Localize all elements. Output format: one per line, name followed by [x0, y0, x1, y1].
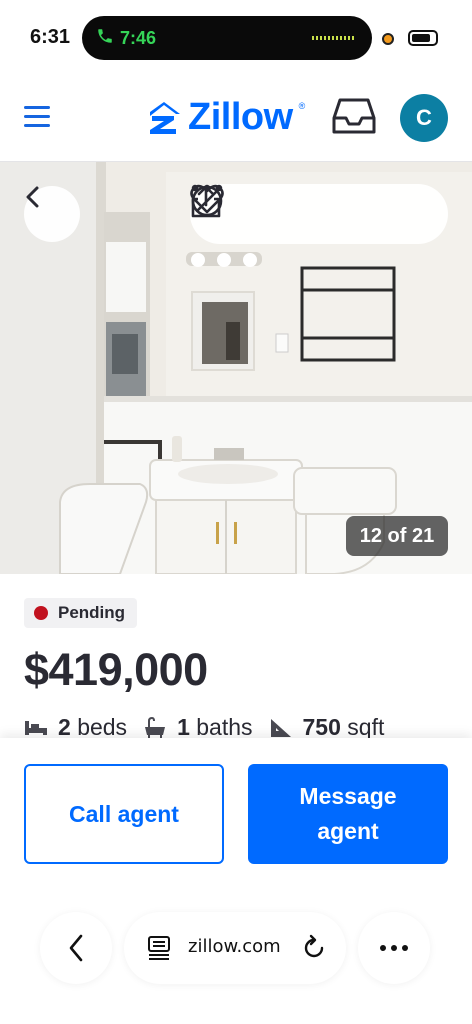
home-facts: 2 beds 1 baths 750 sqft — [24, 714, 400, 741]
call-agent-button[interactable]: Call agent — [24, 764, 224, 864]
status-time: 6:31 — [30, 26, 71, 48]
bed-icon — [25, 720, 47, 735]
app-header: Zillow ® C — [0, 76, 472, 162]
listing-photo[interactable]: 12 of 21 — [0, 162, 472, 574]
reader-mode-icon[interactable] — [146, 935, 172, 961]
browser-back-button[interactable] — [40, 912, 112, 984]
browser-more-button[interactable] — [358, 912, 430, 984]
beds-label: beds — [77, 714, 128, 740]
sqft-label: sqft — [347, 714, 385, 740]
brand-name: Zillow — [188, 96, 293, 138]
battery-icon — [408, 30, 438, 46]
dynamic-island[interactable]: 7:46 — [82, 16, 372, 60]
status-badge: Pending — [24, 598, 138, 628]
hide-home-button[interactable] — [191, 185, 369, 234]
photo-back-button[interactable] — [24, 186, 80, 242]
hamburger-menu-icon[interactable] — [24, 106, 50, 128]
call-duration: 7:46 — [120, 28, 157, 48]
message-agent-button[interactable]: Message agent — [248, 764, 448, 864]
browser-toolbar: zillow.com — [0, 898, 472, 1024]
baths-label: baths — [196, 714, 253, 740]
share-button[interactable] — [191, 185, 309, 234]
ruler-icon — [270, 718, 291, 737]
registered-mark: ® — [298, 100, 306, 111]
more-icon — [380, 945, 408, 951]
status-dot-icon — [34, 606, 48, 620]
audio-waveform-icon — [312, 36, 356, 40]
more-options-button[interactable] — [191, 184, 430, 234]
photo-counter: 12 of 21 — [346, 516, 448, 556]
photo-action-bar — [190, 184, 448, 244]
status-text: Pending — [58, 603, 126, 622]
bath-icon — [145, 716, 166, 738]
inbox-icon[interactable] — [332, 96, 376, 136]
baths-value: 1 — [177, 714, 190, 740]
status-bar: 6:31 7:46 — [0, 0, 472, 76]
sqft-fact: 750 sqft — [269, 714, 385, 741]
url-text: zillow.com — [188, 936, 281, 957]
more-icon — [191, 184, 223, 192]
address-bar[interactable]: zillow.com — [124, 912, 346, 984]
active-call-indicator[interactable]: 7:46 — [96, 27, 156, 50]
baths-fact: 1 baths — [143, 714, 253, 741]
zillow-z-icon — [150, 101, 180, 134]
beds-value: 2 — [58, 714, 71, 740]
listing-price: $419,000 — [24, 644, 208, 695]
beds-fact: 2 beds — [24, 714, 127, 741]
zillow-logo[interactable]: Zillow ® — [146, 96, 305, 139]
reload-icon[interactable] — [300, 934, 328, 962]
back-chevron-icon — [69, 934, 83, 962]
recording-indicator-icon — [382, 33, 394, 45]
phone-icon — [96, 27, 114, 50]
sqft-value: 750 — [302, 714, 341, 740]
avatar[interactable]: C — [400, 94, 448, 142]
